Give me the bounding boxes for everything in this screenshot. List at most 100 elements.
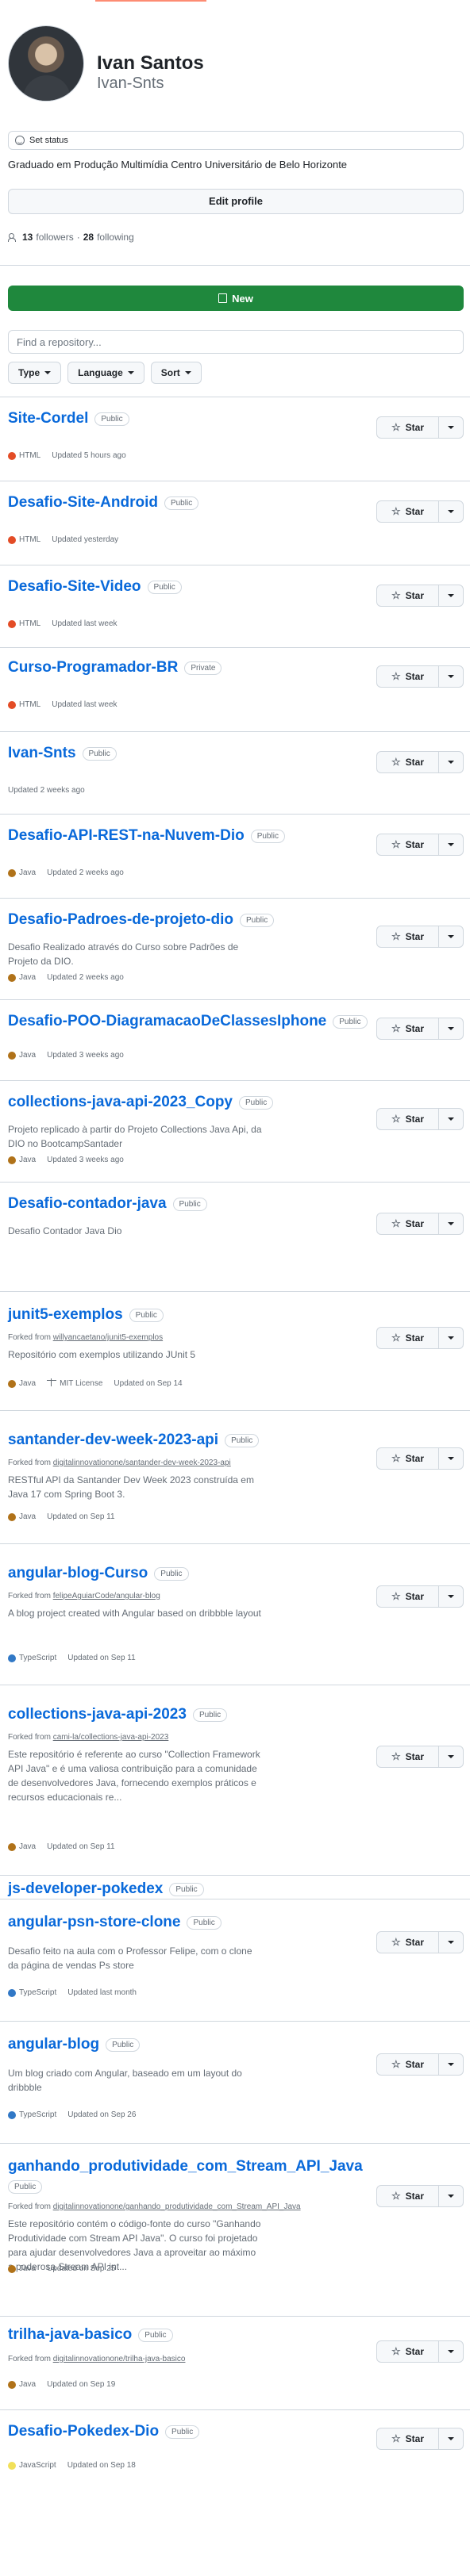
star-list-dropdown[interactable] <box>439 1213 463 1234</box>
star-list-dropdown[interactable] <box>439 1586 463 1607</box>
followers-count[interactable]: 13 <box>22 232 33 243</box>
repo-name-link[interactable]: ganhando_produtividade_com_Stream_API_Ja… <box>8 2158 363 2175</box>
updated-time: Updated on Sep 26 <box>67 2110 137 2119</box>
repo-title-row: santander-dev-week-2023-api Public <box>8 1432 260 1449</box>
repo-name-link[interactable]: collections-java-api-2023_Copy <box>8 1094 233 1111</box>
repo-name-link[interactable]: Desafio-contador-java <box>8 1195 167 1213</box>
star-label: Star <box>405 2346 424 2357</box>
star-list-dropdown[interactable] <box>439 585 463 606</box>
star-list-dropdown[interactable] <box>439 501 463 522</box>
star-button[interactable]: ☆ Star <box>377 666 439 687</box>
star-button[interactable]: ☆ Star <box>377 1213 439 1234</box>
profile-bio: Graduado em Produção Multimídia Centro U… <box>8 159 348 171</box>
repo-name-link[interactable]: Curso-Programador-BR <box>8 659 178 677</box>
star-list-dropdown[interactable] <box>439 1932 463 1953</box>
star-list-dropdown[interactable] <box>439 2054 463 2075</box>
updated-time: Updated on Sep 11 <box>67 1654 136 1662</box>
following-label[interactable]: following <box>97 232 134 243</box>
star-list-dropdown[interactable] <box>439 417 463 438</box>
star-button[interactable]: ☆ Star <box>377 585 439 606</box>
star-button[interactable]: ☆ Star <box>377 2186 439 2206</box>
repo-name-link[interactable]: Desafio-API-REST-na-Nuvem-Dio <box>8 827 245 845</box>
star-button[interactable]: ☆ Star <box>377 2054 439 2075</box>
repo-book-icon <box>218 293 228 303</box>
star-button[interactable]: ☆ Star <box>377 2341 439 2362</box>
repo-title-row: Desafio-Site-Android Public <box>8 494 199 512</box>
repo-name-link[interactable]: santander-dev-week-2023-api <box>8 1432 218 1449</box>
star-button[interactable]: ☆ Star <box>377 1328 439 1348</box>
star-list-dropdown[interactable] <box>439 2341 463 2362</box>
forked-from-link[interactable]: cami-la/collections-java-api-2023 <box>53 1733 169 1742</box>
star-button[interactable]: ☆ Star <box>377 1586 439 1607</box>
repo-item-ganhando-produtividade-com-stream-api-java: ganhando_produtividade_com_Stream_API_Ja… <box>0 2143 470 2276</box>
star-list-dropdown[interactable] <box>439 752 463 772</box>
star-list-dropdown[interactable] <box>439 1746 463 1767</box>
star-button[interactable]: ☆ Star <box>377 1746 439 1767</box>
star-button[interactable]: ☆ Star <box>377 1109 439 1129</box>
repo-name-link[interactable]: Desafio-Pokedex-Dio <box>8 2423 159 2440</box>
repo-item-desafio-pokedex-dio: Desafio-Pokedex-Dio Public JavaScript Updat… <box>0 2409 470 2492</box>
star-button[interactable]: ☆ Star <box>377 417 439 438</box>
repo-name-link[interactable]: Desafio-POO-DiagramacaoDeClassesIphone <box>8 1013 326 1030</box>
language-tag: Java <box>8 1051 36 1060</box>
find-repository-input[interactable] <box>8 330 464 354</box>
repo-name-link[interactable]: Desafio-Padroes-de-projeto-dio <box>8 911 233 929</box>
star-button[interactable]: ☆ Star <box>377 926 439 947</box>
star-list-dropdown[interactable] <box>439 926 463 947</box>
star-button[interactable]: ☆ Star <box>377 834 439 855</box>
repo-title-row: Desafio-Site-Video Public <box>8 578 182 596</box>
star-button[interactable]: ☆ Star <box>377 501 439 522</box>
forked-from-link[interactable]: digitalinnovationone/santander-dev-week-… <box>53 1459 231 1467</box>
star-list-dropdown[interactable] <box>439 1328 463 1348</box>
repo-name-link[interactable]: junit5-exemplos <box>8 1306 123 1324</box>
type-filter-button[interactable]: Type <box>8 362 62 384</box>
star-list-dropdown[interactable] <box>439 1448 463 1469</box>
updated-time: Updated on Sep 11 <box>47 1512 115 1521</box>
repo-title-row: angular-psn-store-clone Public <box>8 1914 222 1931</box>
repo-item-desafio-site-video: Desafio-Site-Video Public HTML Updated last… <box>0 565 470 647</box>
star-list-dropdown[interactable] <box>439 666 463 687</box>
star-button-group: ☆ Star <box>376 2185 464 2207</box>
set-status-button[interactable]: Set status <box>8 131 464 150</box>
star-list-dropdown[interactable] <box>439 2428 463 2449</box>
followers-label[interactable]: followers <box>36 232 73 243</box>
repo-name-link[interactable]: Ivan-Snts <box>8 745 76 762</box>
star-icon: ☆ <box>391 2432 401 2444</box>
forked-from-link[interactable]: digitalinnovationone/trilha-java-basico <box>53 2355 186 2363</box>
forked-from-link[interactable]: willyancaetano/junit5-exemplos <box>53 1333 163 1342</box>
edit-profile-button[interactable]: Edit profile <box>8 189 464 214</box>
language-tag: TypeScript <box>8 1654 56 1662</box>
language-filter-button[interactable]: Language <box>67 362 144 384</box>
star-button[interactable]: ☆ Star <box>377 2428 439 2449</box>
new-repository-button[interactable]: New <box>8 286 464 311</box>
repo-name-link[interactable]: angular-blog <box>8 2036 99 2053</box>
repo-title-row: trilha-java-basico Public <box>8 2326 173 2344</box>
repo-name-link[interactable]: Desafio-Site-Android <box>8 494 158 512</box>
following-count[interactable]: 28 <box>83 232 94 243</box>
repo-item-junit5-exemplos: junit5-exemplos Public Forked from willyan… <box>0 1291 470 1410</box>
repo-name-link[interactable]: Desafio-Site-Video <box>8 578 141 596</box>
star-list-dropdown[interactable] <box>439 1018 463 1039</box>
language-color-dot <box>8 1156 16 1164</box>
chevron-down-icon <box>448 1595 454 1598</box>
repo-meta: Java MIT License Updated on Sep 14 <box>8 1378 183 1388</box>
star-button[interactable]: ☆ Star <box>377 1018 439 1039</box>
repo-name-link[interactable]: collections-java-api-2023 <box>8 1706 187 1723</box>
repo-name-link[interactable]: angular-blog-Curso <box>8 1565 148 1582</box>
repo-name-link[interactable]: angular-psn-store-clone <box>8 1914 180 1931</box>
star-list-dropdown[interactable] <box>439 834 463 855</box>
forked-from-link[interactable]: felipeAguiarCode/angular-blog <box>53 1592 160 1600</box>
star-button[interactable]: ☆ Star <box>377 1448 439 1469</box>
avatar[interactable] <box>8 25 84 102</box>
star-button[interactable]: ☆ Star <box>377 1932 439 1953</box>
forked-from-link[interactable]: digitalinnovationone/ganhando_produtivid… <box>53 2202 301 2211</box>
star-list-dropdown[interactable] <box>439 1109 463 1129</box>
star-button-group: ☆ Star <box>376 1447 464 1470</box>
sort-filter-button[interactable]: Sort <box>150 362 202 384</box>
repo-name-link[interactable]: js-developer-pokedex <box>8 1880 163 1898</box>
star-list-dropdown[interactable] <box>439 2186 463 2206</box>
repo-name-link[interactable]: trilha-java-basico <box>8 2326 132 2344</box>
sort-filter-label: Sort <box>160 367 180 378</box>
star-button[interactable]: ☆ Star <box>377 752 439 772</box>
repo-name-link[interactable]: Site-Cordel <box>8 410 88 427</box>
